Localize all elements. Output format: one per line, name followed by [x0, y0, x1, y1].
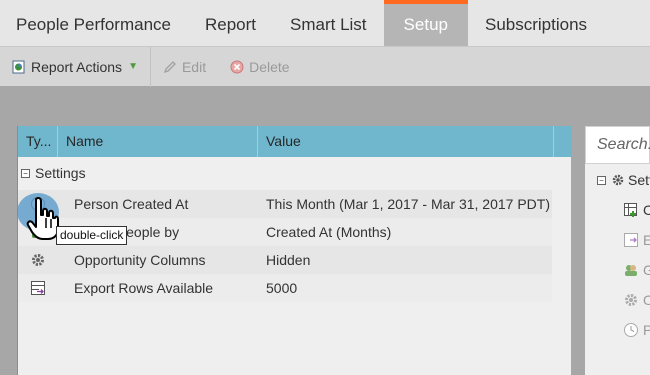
filters-panel: Search... − Sett C E G O P [585, 126, 650, 375]
table-row[interactable]: Export Rows Available 5000 [18, 274, 552, 302]
settings-group[interactable]: − Settings [18, 162, 86, 184]
tree-item-export[interactable]: E [623, 232, 650, 248]
chevron-down-icon: ▼ [128, 61, 138, 72]
row-value: This Month (Mar 1, 2017 - Mar 31, 2017 P… [266, 196, 550, 212]
add-column-icon [623, 202, 639, 218]
clock-icon [623, 322, 639, 338]
tree-item-gear[interactable]: O [623, 292, 650, 308]
tab-setup[interactable]: Setup [383, 0, 468, 46]
hand-cursor-icon [26, 196, 60, 247]
column-header-spacer [554, 126, 572, 157]
column-header-type[interactable]: Ty... [18, 126, 58, 157]
tree-item-label: O [643, 292, 650, 308]
delete-label: Delete [249, 58, 290, 75]
settings-rows: Person Created At This Month (Mar 1, 201… [18, 190, 552, 302]
tab-subscriptions[interactable]: Subscriptions [468, 0, 604, 46]
table-row[interactable]: Opportunity Columns Hidden [18, 246, 552, 274]
tree-item-label: G [643, 262, 650, 278]
report-icon [12, 60, 26, 74]
edit-label: Edit [181, 58, 207, 75]
setup-grid: Ty... Name Value − Settings Person Creat… [17, 126, 572, 375]
delete-icon [230, 60, 244, 74]
grid-header: Ty... Name Value [18, 126, 572, 157]
gear-icon [623, 292, 639, 308]
gear-icon [18, 252, 58, 268]
collapse-icon[interactable]: − [21, 168, 30, 178]
row-value: Created At (Months) [266, 224, 392, 240]
tree-item-label: C [643, 202, 650, 218]
settings-group-label: Settings [35, 165, 86, 181]
row-name: Opportunity Columns [74, 252, 206, 268]
main-tabs: People Performance Report Smart List Set… [0, 0, 650, 46]
gear-icon [611, 173, 625, 187]
search-input[interactable]: Search... [585, 126, 650, 164]
column-header-value[interactable]: Value [258, 126, 554, 157]
row-name: Person Created At [74, 196, 189, 212]
export-icon [623, 232, 639, 248]
row-value: Hidden [266, 252, 311, 268]
column-header-name[interactable]: Name [58, 126, 258, 157]
row-value: 5000 [266, 280, 298, 296]
toolbar: Report Actions ▼ Edit Delete [0, 46, 650, 87]
export-icon [18, 280, 58, 296]
tree-root-settings[interactable]: − Sett [594, 172, 650, 188]
double-click-tooltip: double-click [56, 226, 128, 245]
tab-report[interactable]: Report [188, 0, 273, 46]
group-icon [623, 262, 639, 278]
table-row[interactable]: Person Created At This Month (Mar 1, 201… [18, 190, 552, 218]
tree-item-add-column[interactable]: C [623, 202, 650, 218]
row-name: Export Rows Available [74, 280, 214, 296]
tree-item-label: P [643, 322, 650, 338]
tree-item-label: E [643, 232, 650, 248]
tree-item-group[interactable]: G [623, 262, 650, 278]
delete-button[interactable]: Delete [218, 47, 301, 87]
report-actions-button[interactable]: Report Actions ▼ [0, 47, 150, 87]
report-actions-label: Report Actions [31, 58, 123, 75]
tab-people-performance[interactable]: People Performance [0, 0, 188, 46]
edit-button[interactable]: Edit [151, 47, 218, 87]
tree-root-label: Sett [628, 172, 650, 188]
tab-smart-list[interactable]: Smart List [273, 0, 384, 46]
collapse-icon[interactable]: − [597, 175, 606, 185]
pencil-icon [163, 60, 177, 74]
tree-item-clock[interactable]: P [623, 322, 650, 338]
